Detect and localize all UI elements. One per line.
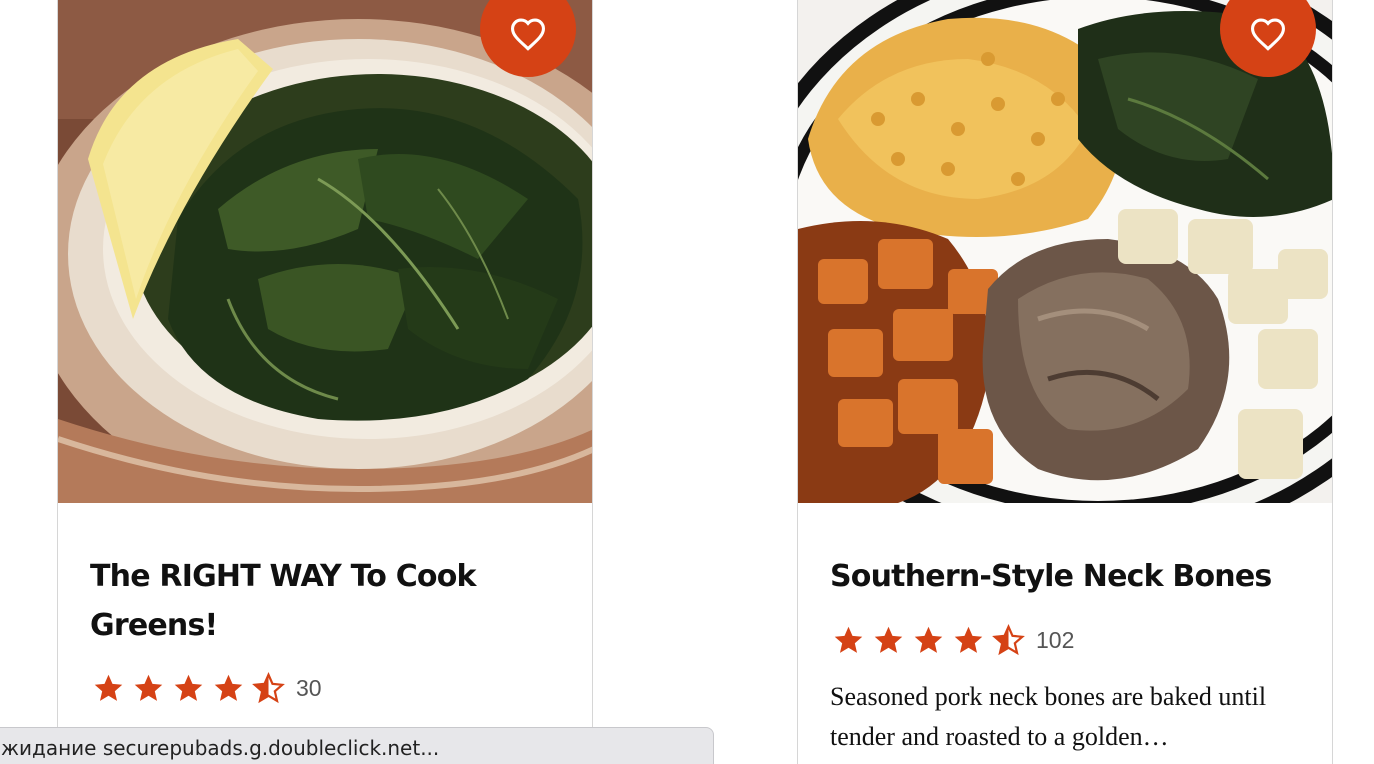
recipe-title[interactable]: Southern-Style Neck Bones	[830, 552, 1300, 601]
star-full-icon	[174, 674, 203, 701]
star-full-icon	[874, 626, 903, 653]
recipe-grid-page: The RIGHT WAY To Cook Greens! 30 Souther…	[0, 0, 1374, 764]
heart-outline-icon	[1249, 3, 1287, 55]
star-full-icon	[834, 626, 863, 653]
star-full-icon	[94, 674, 123, 701]
star-rating: 30	[92, 672, 322, 705]
heart-outline-icon	[509, 3, 547, 55]
star-half-icon	[992, 624, 1025, 656]
recipe-title[interactable]: The RIGHT WAY To Cook Greens!	[90, 552, 560, 650]
star-full-icon	[134, 674, 163, 701]
rating-count: 30	[296, 675, 322, 701]
recipe-card[interactable]: The RIGHT WAY To Cook Greens! 30	[57, 0, 593, 764]
star-full-icon	[914, 626, 943, 653]
star-full-icon	[214, 674, 243, 701]
recipe-card[interactable]: Southern-Style Neck Bones 102 Seasoned p…	[797, 0, 1333, 764]
star-full-icon	[954, 626, 983, 653]
recipe-photo[interactable]	[798, 0, 1332, 503]
rating-count: 102	[1036, 627, 1075, 653]
star-rating: 102	[832, 624, 1074, 657]
recipe-photo[interactable]	[58, 0, 592, 503]
star-half-icon	[252, 672, 285, 704]
browser-status-bar: жидание securepubads.g.doubleclick.net..…	[0, 727, 714, 764]
recipe-description: Seasoned pork neck bones are baked until…	[830, 682, 1267, 751]
